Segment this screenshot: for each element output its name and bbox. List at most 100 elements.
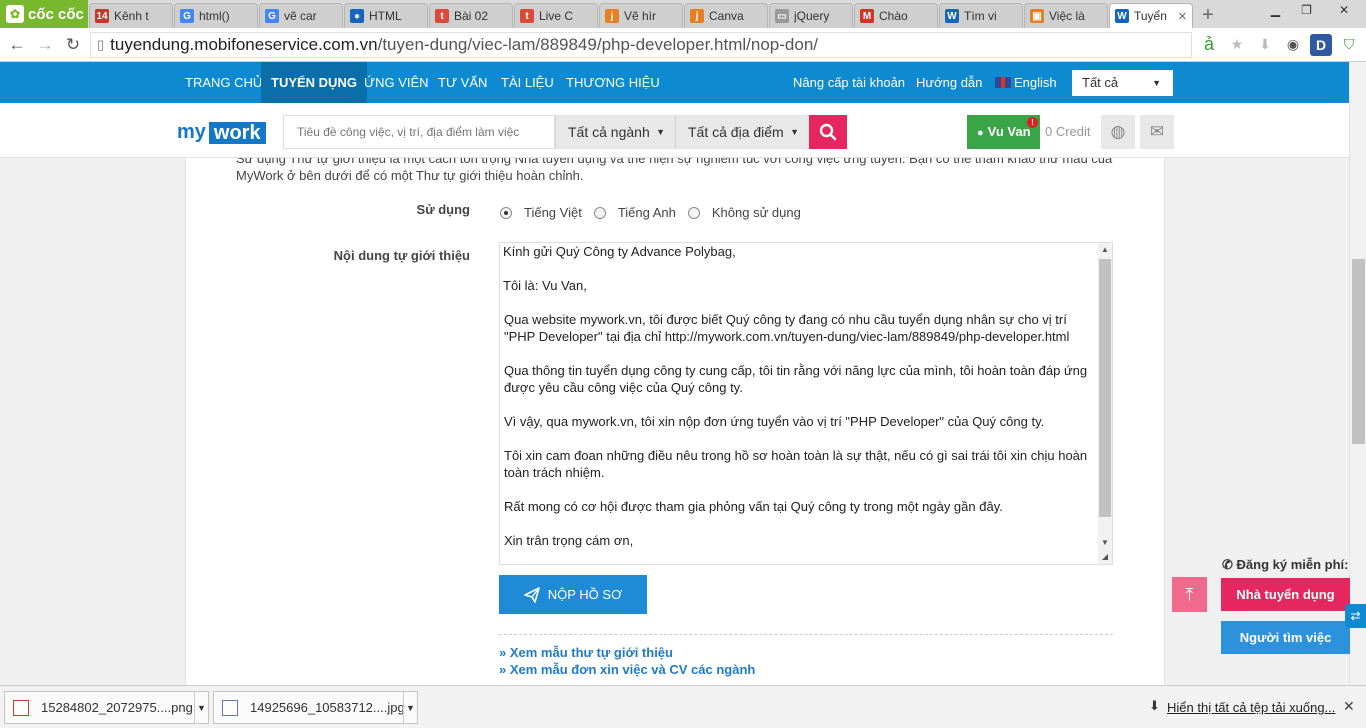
letter-paragraph: Tôi xin cam đoan những điều nêu trong hồ… <box>504 448 1088 480</box>
location-dropdown[interactable]: Tất cả địa điểm ▼ <box>675 115 809 149</box>
browser-tab[interactable]: t Live C <box>514 3 598 28</box>
resize-handle-icon[interactable]: ◢ <box>1098 550 1112 564</box>
scroll-to-top-button[interactable]: ⤒ <box>1172 577 1207 612</box>
upgrade-account-link[interactable]: Nâng cấp tài khoản <box>793 62 905 103</box>
browser-tab[interactable]: W Tìm vi <box>939 3 1023 28</box>
browser-tab[interactable]: ▭ jQuery <box>769 3 853 28</box>
tab-label: Chào <box>879 9 908 23</box>
browser-tab[interactable]: Ghtml() <box>174 3 258 28</box>
cover-letter-text: Kính gửi Quý Công ty Advance Polybag, Tôi… <box>503 243 1099 564</box>
sample-cv-link[interactable]: » Xem mẫu đơn xin việc và CV các ngành <box>499 662 755 677</box>
d-extension-icon[interactable]: D <box>1310 33 1332 56</box>
nav-ung-vien[interactable]: ỨNG VIÊN <box>364 62 429 103</box>
radio-label-tieng-viet[interactable]: Tiếng Việt <box>524 205 582 220</box>
coccoc-brand[interactable]: ✿ cốc cốc <box>0 0 88 28</box>
cover-letter-textarea[interactable]: Kính gửi Quý Công ty Advance Polybag, Tôi… <box>499 242 1113 565</box>
category-select[interactable]: Tất cả ▼ <box>1072 70 1173 96</box>
mail-icon[interactable]: ✉ <box>1140 115 1174 149</box>
page-scroll-thumb[interactable] <box>1352 259 1365 444</box>
language-radio-group: Tiếng Việt Tiếng Anh Không sử dụng <box>500 205 813 220</box>
download-filename-1: 15284802_2072975....png <box>41 700 193 715</box>
minimize-button[interactable]: ▁ <box>1260 0 1291 20</box>
tab-close-icon[interactable]: ✕ <box>1178 10 1187 23</box>
section-divider <box>499 634 1113 635</box>
tab-favicon-icon: 14 <box>95 9 109 23</box>
tab-label: jQuery <box>794 9 830 23</box>
apply-form-panel: Sử dụng Thư tự giới thiệu là một cách tô… <box>185 158 1165 685</box>
textarea-scrollbar[interactable]: ▲ ▼ ◢ <box>1098 243 1112 564</box>
maximize-button[interactable]: ❐ <box>1291 0 1322 20</box>
guide-link[interactable]: Hướng dẫn <box>916 62 982 103</box>
user-account-button[interactable]: ● Vu Van ! <box>967 115 1040 149</box>
browser-tab[interactable]: M Chào <box>854 3 938 28</box>
radio-tieng-anh[interactable] <box>593 206 606 219</box>
browser-tab[interactable]: ▣ Việc là <box>1024 3 1108 28</box>
tab-favicon-icon: G <box>265 9 279 23</box>
industry-dropdown[interactable]: Tất cả ngành ▼ <box>555 115 675 149</box>
textarea-scroll-thumb[interactable] <box>1099 259 1111 517</box>
nav-tu-van[interactable]: TƯ VẤN <box>438 62 487 103</box>
language-link[interactable]: English <box>995 62 1057 103</box>
nav-tai-lieu[interactable]: TÀI LIỆU <box>501 62 554 103</box>
jpg-file-icon <box>222 699 238 716</box>
nav-thuong-hieu[interactable]: THƯƠNG HIỆU <box>566 62 660 103</box>
caret-down-icon[interactable]: ▼ <box>403 692 417 723</box>
logo-work: work <box>208 121 266 144</box>
caret-down-icon: ▼ <box>790 127 799 137</box>
page-scrollbar[interactable] <box>1349 62 1366 684</box>
browser-tab[interactable]: t Bài 02 <box>429 3 513 28</box>
browser-tab[interactable]: 14 Kênh t <box>89 3 173 28</box>
letter-paragraph: Vì vậy, qua mywork.vn, tôi xin nộp đơn ứ… <box>504 414 1045 429</box>
browser-tab[interactable]: Gvẽ car <box>259 3 343 28</box>
category-select-value: Tất cả <box>1082 75 1119 90</box>
url-path: /tuyen-dung/viec-lam/889849/php-develope… <box>377 34 818 54</box>
letter-paragraph: Rất mong có cơ hội được tham gia phỏng v… <box>504 499 1003 514</box>
tab-label: html() <box>199 9 230 23</box>
forward-button[interactable]: → <box>34 34 56 56</box>
browser-tab[interactable]: j Canva <box>684 3 768 28</box>
download-arrow-icon[interactable]: ⬇ <box>1254 34 1276 56</box>
radio-label-tieng-anh[interactable]: Tiếng Anh <box>618 205 676 220</box>
mywork-logo[interactable]: my work <box>177 121 266 144</box>
translate-icon[interactable]: ả <box>1198 34 1220 56</box>
new-tab-button[interactable]: + <box>1193 3 1223 28</box>
download-item-2[interactable]: 14925696_10583712....jpg ▼ <box>213 691 418 724</box>
letter-paragraph: Qua website mywork.vn, tôi được biết Quý… <box>504 312 1070 344</box>
browser-tab[interactable]: ● HTML <box>344 3 428 28</box>
download-item-1[interactable]: 15284802_2072975....png ▼ <box>4 691 209 724</box>
globe-icon[interactable]: ◍ <box>1101 115 1135 149</box>
shield-extension-icon[interactable]: ⛉ <box>1338 34 1360 56</box>
tab-label: HTML <box>369 9 402 23</box>
back-button[interactable]: ← <box>6 34 28 56</box>
nav-tuyen-dung[interactable]: TUYỂN DỤNG <box>261 62 367 103</box>
download-filename-2: 14925696_10583712....jpg <box>250 700 405 715</box>
reload-button[interactable]: ↻ <box>62 34 84 56</box>
tab-favicon-icon: M <box>860 9 874 23</box>
sample-letter-link[interactable]: » Xem mẫu thư tự giới thiệu <box>499 645 673 660</box>
employer-register-button[interactable]: Nhà tuyển dụng <box>1221 578 1350 611</box>
close-window-button[interactable]: ✕ <box>1322 0 1366 20</box>
radio-khong-su-dung[interactable] <box>687 206 700 219</box>
url-field[interactable]: ▯ tuyendung.mobifoneservice.com.vn/tuyen… <box>90 31 1192 58</box>
seeker-register-button[interactable]: Người tìm việc <box>1221 621 1350 654</box>
nav-trang-chu[interactable]: TRANG CHỦ <box>185 62 262 103</box>
search-button[interactable] <box>809 115 847 149</box>
browser-tab[interactable]: j Vẽ hìr <box>599 3 683 28</box>
teamviewer-icon[interactable]: ⇄ <box>1345 604 1366 628</box>
radio-tieng-viet[interactable] <box>500 206 512 219</box>
scroll-down-icon[interactable]: ▼ <box>1098 536 1112 550</box>
show-all-downloads-link[interactable]: Hiển thị tất cả tệp tải xuống... <box>1167 700 1335 715</box>
bookmark-star-icon[interactable]: ★ <box>1226 34 1248 56</box>
tab-favicon-icon: t <box>435 9 449 23</box>
notification-badge: ! <box>1027 117 1038 128</box>
submit-application-button[interactable]: NỘP HỒ SƠ <box>499 575 647 614</box>
browser-tab[interactable]: W Tuyển ✕ <box>1109 3 1193 28</box>
caret-down-icon[interactable]: ▼ <box>194 692 208 723</box>
camera-extension-icon[interactable]: ◉ <box>1282 34 1304 56</box>
register-text: Đăng ký miễn phí: <box>1236 557 1349 572</box>
scroll-up-icon[interactable]: ▲ <box>1098 243 1112 257</box>
radio-label-khong-su-dung[interactable]: Không sử dụng <box>712 205 801 220</box>
close-download-bar-icon[interactable]: ✕ <box>1343 698 1355 715</box>
job-search-input[interactable] <box>283 115 555 149</box>
logo-my: my <box>177 121 206 143</box>
